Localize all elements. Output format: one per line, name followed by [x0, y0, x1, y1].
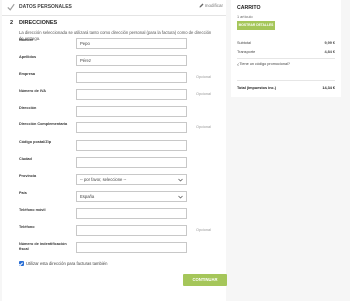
direccion-input[interactable]	[76, 106, 187, 117]
form-row-nombre: Nombre Pepo	[19, 38, 219, 50]
empresa-input[interactable]	[76, 72, 187, 83]
divider	[237, 58, 335, 59]
use-for-invoice-label: Utilizar esta dirección para facturas ta…	[26, 261, 108, 266]
use-for-invoice-checkbox-row[interactable]: Utilizar esta dirección para facturas ta…	[19, 261, 108, 267]
optional-label: Opcional	[196, 92, 211, 96]
pais-select[interactable]: España	[76, 191, 187, 202]
subtotal-value: 9,99 €	[324, 41, 335, 45]
form-row-provincia: Provincia -- por favor, seleccione --	[19, 174, 219, 186]
subtotal-label: Subtotal	[237, 41, 251, 45]
pais-value: España	[80, 194, 95, 199]
field-label-numero-de-iva: Número de IVA	[19, 89, 46, 93]
telefono-movil-input[interactable]	[76, 208, 187, 219]
apellidos-input[interactable]: Pérez	[76, 55, 187, 66]
optional-label: Opcional	[196, 125, 211, 129]
shipping-line: Transporte 4,84 €	[237, 50, 335, 54]
optional-label: Opcional	[196, 75, 211, 79]
promo-code-link[interactable]: ¿Tiene un código promocional?	[237, 62, 290, 66]
step-personal-data-title: DATOS PERSONALES	[19, 4, 72, 10]
form-row-pais: País España	[19, 191, 219, 203]
form-row-codigo-postal-zip: Código postal/Zip	[19, 140, 219, 152]
field-label-codigo-postal-zip: Código postal/Zip	[19, 140, 52, 144]
field-label-empresa: Empresa	[19, 72, 36, 76]
field-label-telefono: Teléfono	[19, 225, 35, 229]
form-row-direccion: Dirección	[19, 106, 219, 118]
show-details-button[interactable]: MOSTRAR DETALLES	[237, 21, 275, 30]
ciudad-input[interactable]	[76, 157, 187, 168]
form-row-telefono-movil: Teléfono móvil	[19, 208, 219, 220]
form-row-direccion-complementaria: Dirección Complementaria Opcional	[19, 122, 219, 134]
form-row-telefono: Teléfono Opcional	[19, 225, 219, 237]
direccion-complementaria-input[interactable]	[76, 122, 187, 133]
field-label-apellidos: Apellidos	[19, 55, 37, 59]
field-label-provincia: Provincia	[19, 174, 37, 178]
step-personal-data[interactable]: DATOS PERSONALES modificar	[2, 0, 226, 16]
form-row-empresa: Empresa Opcional	[19, 72, 219, 84]
form-row-numero-de-indentificacion-fiscal: Número de indentificación fiscal	[19, 242, 219, 254]
divider	[237, 80, 335, 81]
checkout-column: DATOS PERSONALES modificar 2 DIRECCIONES…	[2, 0, 227, 301]
total-label: Total (impuestos inc.)	[237, 86, 276, 90]
form-row-apellidos: Apellidos Pérez	[19, 55, 219, 67]
numero-de-iva-input[interactable]	[76, 89, 187, 100]
telefono-input[interactable]	[76, 225, 187, 236]
check-icon	[7, 3, 15, 11]
form-row-ciudad: Ciudad	[19, 157, 219, 169]
use-for-invoice-checkbox[interactable]	[19, 261, 24, 267]
field-label-telefono-movil: Teléfono móvil	[19, 208, 46, 212]
step-addresses-title: DIRECCIONES	[19, 20, 58, 26]
subtotal-line: Subtotal 9,99 €	[237, 41, 335, 45]
total-value: 14,34 €	[322, 86, 335, 90]
shipping-label: Transporte	[237, 50, 256, 54]
nombre-value: Pepo	[80, 41, 90, 46]
apellidos-value: Pérez	[80, 58, 91, 63]
nombre-input[interactable]: Pepo	[76, 38, 187, 49]
field-label-direccion: Dirección	[19, 106, 37, 110]
form-row-numero-de-iva: Número de IVA Opcional	[19, 89, 219, 101]
cart-summary: CARRITO 1 artículo MOSTRAR DETALLES Subt…	[231, 0, 341, 97]
field-label-direccion-complementaria: Dirección Complementaria	[19, 122, 68, 126]
cart-title: CARRITO	[237, 5, 261, 11]
field-label-nombre: Nombre	[19, 38, 34, 42]
chevron-down-icon	[178, 178, 183, 182]
optional-label: Opcional	[196, 228, 211, 232]
provincia-value: -- por favor, seleccione --	[80, 177, 127, 182]
edit-link[interactable]: modificar	[199, 3, 223, 8]
numero-de-indentificacion-fiscal-input[interactable]	[76, 242, 187, 253]
step-number: 2	[10, 20, 14, 26]
edit-label: modificar	[204, 3, 223, 8]
field-label-ciudad: Ciudad	[19, 157, 32, 161]
shipping-value: 4,84 €	[324, 50, 335, 54]
field-label-pais: País	[19, 191, 27, 195]
continue-button[interactable]: CONTINUAR	[183, 274, 227, 286]
codigo-postal-zip-input[interactable]	[76, 140, 187, 151]
total-line: Total (impuestos inc.) 14,34 €	[237, 86, 335, 90]
field-label-numero-de-indentificacion-fiscal: Número de indentificación fiscal	[19, 242, 67, 251]
cart-item-count: 1 artículo	[237, 15, 253, 19]
provincia-select[interactable]: -- por favor, seleccione --	[76, 174, 187, 185]
pencil-icon	[199, 3, 204, 8]
step-addresses: 2 DIRECCIONES La dirección seleccionada …	[2, 16, 227, 301]
chevron-down-icon	[178, 195, 183, 199]
